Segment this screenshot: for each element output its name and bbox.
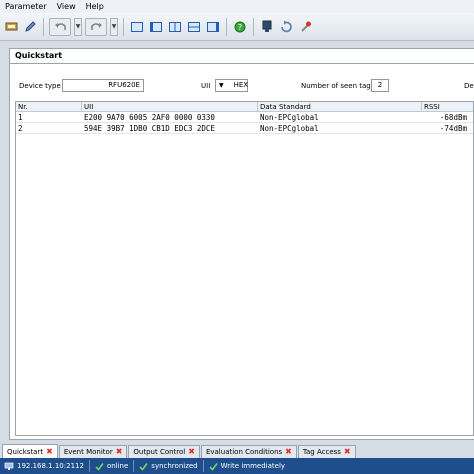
- cell-nr: 2: [18, 124, 23, 133]
- write-mode-text: Write immediately: [220, 462, 286, 470]
- menu-help[interactable]: Help: [81, 0, 109, 13]
- cell-data-standard: Non-EPCglobal: [260, 124, 319, 133]
- layout-grid-icon[interactable]: [186, 18, 202, 36]
- online-icon: [95, 462, 104, 471]
- close-icon[interactable]: ✖: [188, 448, 195, 456]
- seen-tags-field: 2: [371, 79, 389, 92]
- device-type-field[interactable]: RFU620E: [62, 79, 144, 92]
- status-separator: [133, 460, 135, 472]
- check-icon: [209, 462, 218, 471]
- status-separator: [88, 460, 90, 472]
- redo-dropdown-icon[interactable]: ▼: [110, 17, 118, 36]
- tag-table: Nr. UII Data Standard RSSI 1 E200 9A70 6…: [15, 101, 474, 436]
- edit-icon[interactable]: [22, 18, 38, 36]
- sync-status: synchronized: [139, 462, 198, 471]
- ip-address: 192.168.1.10:2112: [17, 462, 84, 470]
- tab-label: Event Monitor: [63, 448, 113, 456]
- device-icon[interactable]: [259, 18, 275, 36]
- toolbar-separator: [123, 17, 124, 36]
- cell-rssi: -68dBm: [439, 113, 467, 122]
- tools-icon[interactable]: [297, 18, 313, 36]
- uii-label: UII: [201, 82, 211, 90]
- tab-evaluation-conditions[interactable]: Evaluation Conditions ✖: [200, 445, 297, 458]
- undo-dropdown-icon[interactable]: ▼: [74, 17, 82, 36]
- panel-title: Quickstart: [10, 49, 474, 64]
- uii-format-value: HEX: [233, 81, 249, 89]
- cell-rssi: -74dBm: [439, 124, 467, 133]
- cell-nr: 1: [18, 113, 23, 122]
- redo-icon[interactable]: [85, 17, 107, 36]
- help-icon[interactable]: ?: [232, 18, 248, 36]
- column-header-nr[interactable]: Nr.: [16, 102, 82, 112]
- cell-uii: E200 9A70 6005 2AF0 0000 0330: [84, 113, 215, 122]
- table-header: Nr. UII Data Standard RSSI: [16, 102, 473, 112]
- truncated-label: De: [464, 82, 474, 90]
- toolbar-separator: [253, 17, 254, 36]
- tab-label: Tag Access: [302, 448, 341, 456]
- network-icon: [4, 462, 14, 470]
- tab-label: Quickstart: [7, 447, 44, 456]
- write-mode-status[interactable]: Write immediately: [209, 462, 285, 471]
- online-status: online: [95, 462, 128, 471]
- tab-event-monitor[interactable]: Event Monitor ✖: [58, 445, 128, 458]
- tab-output-control[interactable]: Output Control ✖: [128, 445, 200, 458]
- tab-label: Output Control: [133, 448, 186, 456]
- chevron-down-icon: ▼: [219, 82, 224, 89]
- layout-split-vertical-icon[interactable]: [148, 18, 164, 36]
- status-separator: [202, 460, 204, 472]
- layout-panels-icon[interactable]: [205, 18, 221, 36]
- layout-single-icon[interactable]: [129, 18, 145, 36]
- menu-view[interactable]: View: [52, 0, 81, 13]
- menu-parameter[interactable]: Parameter: [0, 0, 52, 13]
- undo-icon[interactable]: [49, 17, 71, 36]
- tab-quickstart[interactable]: Quickstart ✖: [2, 444, 58, 458]
- cell-uii: 594E 39B7 1DB0 CB1D EDC3 2DCE: [84, 124, 215, 133]
- table-row[interactable]: 2 594E 39B7 1DB0 CB1D EDC3 2DCE Non-EPCg…: [16, 124, 473, 134]
- tab-label: Evaluation Conditions: [205, 448, 283, 456]
- device-type-label: Device type: [19, 82, 61, 90]
- close-icon[interactable]: ✖: [46, 447, 53, 456]
- uii-format-select[interactable]: ▼ HEX: [215, 79, 248, 92]
- refresh-icon[interactable]: [278, 18, 294, 36]
- menu-bar: Parameter View Help: [0, 0, 474, 13]
- close-icon[interactable]: ✖: [116, 448, 123, 456]
- column-header-rssi[interactable]: RSSI: [422, 102, 474, 112]
- column-header-uii[interactable]: UII: [82, 102, 258, 112]
- check-icon: [139, 462, 148, 471]
- close-icon[interactable]: ✖: [285, 448, 292, 456]
- close-icon[interactable]: ✖: [344, 448, 351, 456]
- device-info-row: Device type RFU620E UII ▼ HEX Number of …: [9, 78, 474, 94]
- svg-text:?: ?: [238, 23, 242, 32]
- cell-data-standard: Non-EPCglobal: [260, 113, 319, 122]
- tab-tag-access[interactable]: Tag Access ✖: [297, 445, 356, 458]
- sync-text: synchronized: [151, 462, 198, 470]
- toolbar: ▼ ▼ ?: [0, 13, 474, 41]
- view-tabs: Quickstart ✖ Event Monitor ✖ Output Cont…: [0, 444, 474, 458]
- layout-columns-icon[interactable]: [167, 18, 183, 36]
- toolbar-separator: [43, 17, 44, 36]
- column-header-data-standard[interactable]: Data Standard: [258, 102, 422, 112]
- toolbar-separator: [226, 17, 227, 36]
- table-row[interactable]: 1 E200 9A70 6005 2AF0 0000 0330 Non-EPCg…: [16, 113, 473, 123]
- connect-icon[interactable]: [3, 18, 19, 36]
- seen-tags-label: Number of seen tags: [301, 82, 375, 90]
- status-bar: 192.168.1.10:2112 online synchronized Wr…: [0, 458, 474, 474]
- connection-status: 192.168.1.10:2112: [4, 462, 84, 471]
- online-text: online: [106, 462, 129, 470]
